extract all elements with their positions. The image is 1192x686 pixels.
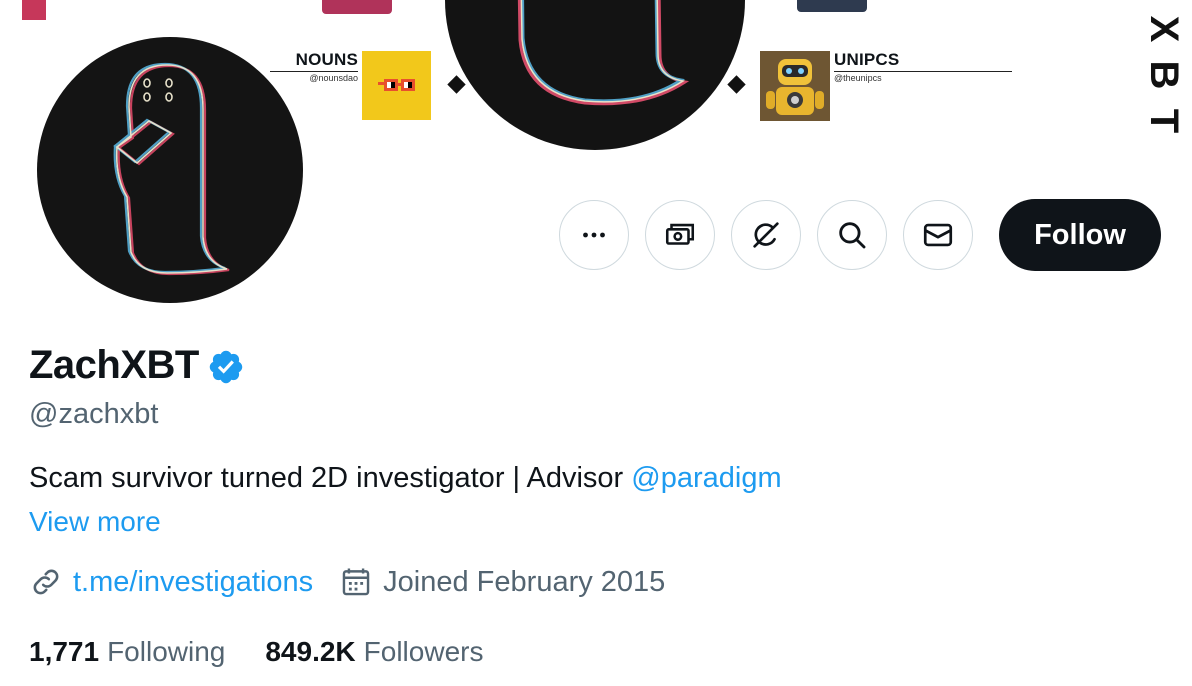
banner-nouns-label: NOUNS @nounsdao [270, 50, 358, 83]
banner-unipcs-label: UNIPCS @theunipcs [834, 50, 1012, 83]
display-name-row: ZachXBT [29, 343, 245, 388]
banner-nouns-title: NOUNS [295, 50, 358, 69]
website-link[interactable]: t.me/investigations [73, 566, 313, 599]
follow-button[interactable]: Follow [999, 199, 1161, 271]
display-name: ZachXBT [29, 343, 199, 387]
link-icon [33, 569, 59, 595]
website-item: t.me/investigations [29, 565, 313, 599]
more-button[interactable] [559, 200, 629, 270]
tip-button[interactable] [645, 200, 715, 270]
joined-date: Joined February 2015 [383, 565, 666, 598]
unipcs-image [760, 51, 830, 121]
nouns-image [362, 51, 431, 120]
banner-unipcs-handle: @theunipcs [834, 73, 882, 83]
profile-actions [559, 199, 973, 271]
banner-letter: X [1142, 15, 1186, 43]
nouns-glasses-icon [378, 79, 415, 91]
following-label: Following [107, 636, 226, 667]
followers-label: Followers [363, 636, 484, 667]
followers-count: 849.2K [265, 636, 356, 667]
banner-diamond-right [727, 75, 746, 94]
following-stat[interactable]: 1,771 Following [29, 636, 225, 668]
view-more-link[interactable]: View more [29, 506, 161, 538]
banner-unipcs-title: UNIPCS [834, 50, 900, 69]
message-button[interactable] [903, 200, 973, 270]
profile-bio: Scam survivor turned 2D investigator | A… [29, 462, 782, 495]
robot-icon [760, 51, 830, 121]
banner-letter: T [1142, 108, 1186, 134]
banner-nouns-handle: @nounsdao [309, 73, 358, 83]
ghost-outline-icon [517, 0, 690, 106]
banner-thumbnail-left [322, 0, 392, 14]
banner-thumbnail-right [797, 0, 867, 12]
follow-stats: 1,771 Following 849.2K Followers [29, 636, 483, 668]
profile-page: NOUNS @nounsdao UNIPCS @theunipcs X B T … [0, 0, 1192, 686]
avatar-image [37, 37, 303, 303]
verified-badge-icon[interactable] [207, 348, 245, 386]
more-icon [583, 232, 605, 238]
joined-item: Joined February 2015 [339, 565, 665, 599]
calendar-icon [342, 568, 370, 596]
message-icon [923, 223, 953, 247]
avatar[interactable] [33, 33, 307, 307]
bio-mention-link[interactable]: @paradigm [631, 462, 781, 494]
banner-red-mark [22, 0, 46, 20]
banner-diamond-left [447, 75, 466, 94]
user-handle: @zachxbt [29, 398, 159, 430]
search-icon [839, 222, 866, 249]
grok-button[interactable] [731, 200, 801, 270]
banner-letter: B [1142, 60, 1186, 90]
following-count: 1,771 [29, 636, 100, 667]
ghost-avatar-icon [113, 62, 230, 276]
tip-icon [665, 223, 695, 245]
bio-text: Scam survivor turned 2D investigator | A… [29, 462, 632, 494]
profile-meta: t.me/investigations Joined February 2015 [29, 565, 665, 599]
followers-stat[interactable]: 849.2K Followers [265, 636, 483, 668]
banner-ghost-circle [445, 0, 745, 150]
grok-icon [753, 222, 779, 248]
banner-vertical-wordmark: X B T [1142, 6, 1186, 144]
search-button[interactable] [817, 200, 887, 270]
